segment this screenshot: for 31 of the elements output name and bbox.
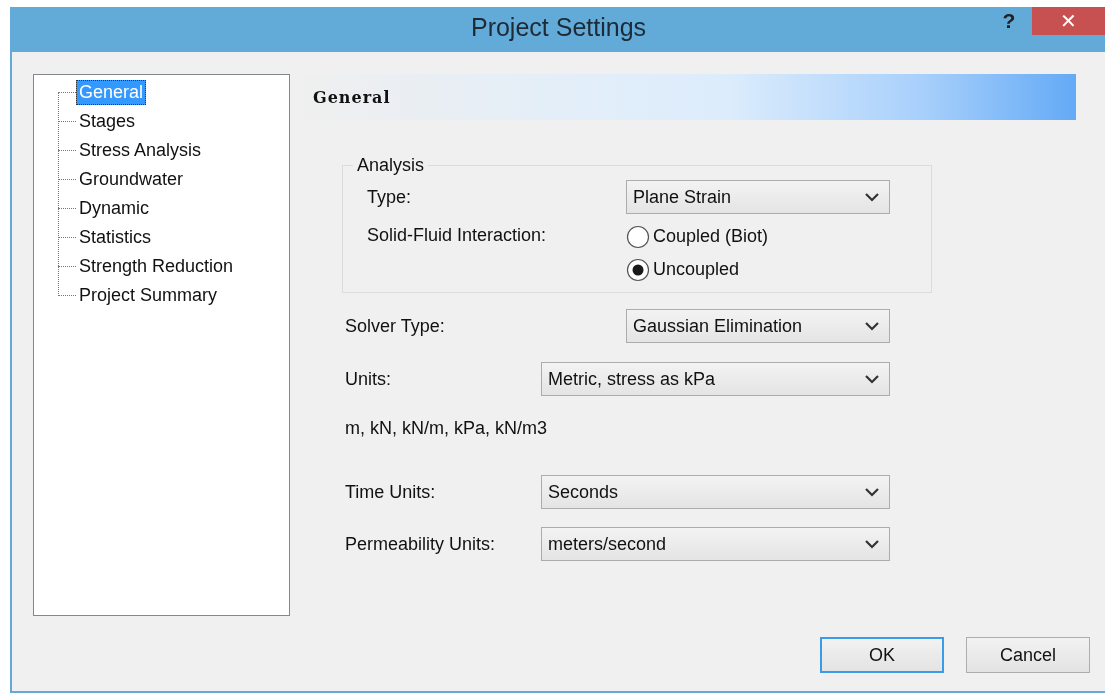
tree-item[interactable]: Dynamic [76,196,152,221]
dropdown[interactable]: meters/second [541,527,890,561]
field-label: Solid-Fluid Interaction: [367,225,548,246]
close-button[interactable]: ✕ [1032,7,1105,35]
tree-item[interactable]: Statistics [76,225,155,250]
radio-option[interactable]: Coupled (Biot) [626,220,769,253]
dropdown[interactable]: Gaussian Elimination [626,309,890,343]
window-title: Project Settings [470,13,647,42]
dialog-button[interactable]: OK [820,637,944,673]
field-label: Time Units: [345,481,437,503]
field-label: Type: [367,186,413,208]
field-label: Permeability Units: [345,533,497,555]
chevron-down-icon [865,321,879,331]
dropdown[interactable]: Seconds [541,475,890,509]
field-label: Solver Type: [345,315,446,337]
field-label: Units: [345,368,392,390]
tree-item[interactable]: Strength Reduction [76,254,237,279]
tree-item[interactable]: Stress Analysis [76,138,205,163]
dropdown[interactable]: Metric, stress as kPa [541,362,890,396]
units-summary: m, kN, kN/m, kPa, kN/m3 [345,418,548,438]
chevron-down-icon [865,539,879,549]
tree-item[interactable]: Stages [76,109,139,134]
chevron-down-icon [865,192,879,202]
tree-item[interactable]: Groundwater [76,167,187,192]
help-button[interactable]: ? [996,7,1022,35]
chevron-down-icon [865,374,879,384]
dropdown[interactable]: Plane Strain [626,180,890,214]
radio-option[interactable]: Uncoupled [626,253,740,286]
chevron-down-icon [865,487,879,497]
tree-item[interactable]: Project Summary [76,283,221,308]
dialog-button[interactable]: Cancel [966,637,1090,673]
